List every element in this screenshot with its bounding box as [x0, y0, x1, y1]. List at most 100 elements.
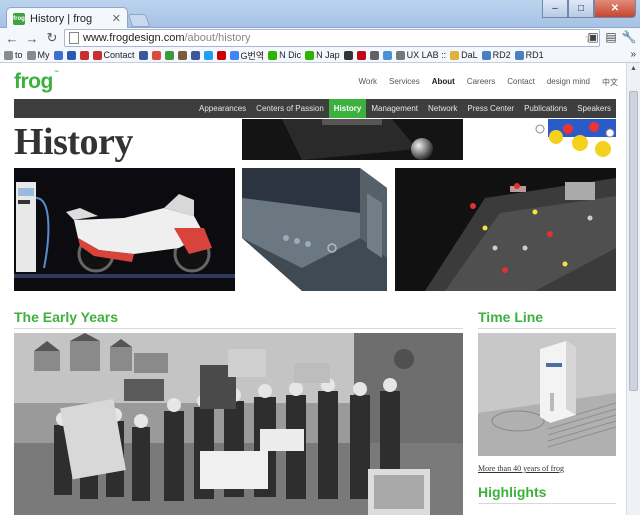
timeline-link[interactable]: More than 40 years of frog [478, 464, 564, 473]
timeline-heading: Time Line [478, 309, 544, 325]
page-icon [69, 32, 79, 44]
top-nav-item[interactable]: Work [359, 77, 378, 88]
url-text[interactable]: www.frogdesign.com/about/history [83, 32, 580, 44]
bookmark-item[interactable] [382, 50, 392, 60]
bookmark-icon [92, 50, 102, 60]
colorful-objects-photo [478, 119, 616, 160]
sub-nav-item[interactable]: Appearances [194, 99, 251, 118]
back-icon[interactable]: ← [4, 30, 20, 46]
window-titlebar: frog History | frog ✕ – □ ✕ [0, 0, 640, 29]
bookmark-item[interactable] [190, 50, 200, 60]
bookmark-item[interactable]: N Jap [305, 50, 340, 60]
bookmark-item[interactable]: RD1 [514, 50, 544, 60]
page-title: History [14, 121, 133, 163]
bookmark-item[interactable] [138, 50, 148, 60]
bookmark-item[interactable]: RD2 [481, 50, 511, 60]
logo-text: frog [14, 70, 53, 93]
bookmark-label: UX LAB :: [406, 50, 447, 60]
bookmarks-bar: to My Contact G번역 N Dic N Jap UX LAB :: DaL RD2 R… [0, 48, 640, 63]
bookmark-icon [481, 50, 491, 60]
bookmark-item[interactable] [151, 50, 161, 60]
scrollbar-thumb[interactable] [629, 91, 638, 391]
bookmark-label: to [15, 50, 23, 60]
scroll-up-icon[interactable]: ▲ [627, 63, 640, 75]
extension-icon[interactable]: ▣ [586, 29, 600, 45]
bookmark-icon [268, 50, 278, 60]
browser-toolbar: ← → ↻ www.frogdesign.com/about/history ☆… [0, 28, 640, 48]
bookmark-icon [203, 50, 213, 60]
bookmark-label: RD1 [525, 50, 544, 60]
bookmark-item[interactable]: to [4, 50, 23, 60]
reload-icon[interactable]: ↻ [44, 30, 60, 46]
tab-close-icon[interactable]: ✕ [112, 12, 121, 25]
bookmark-icon [4, 50, 13, 60]
top-nav-item[interactable]: Contact [507, 77, 535, 88]
bookmark-item[interactable] [53, 50, 63, 60]
bookmark-label: Contact [103, 50, 135, 60]
new-tab-button[interactable] [127, 14, 151, 27]
bookmark-icon [382, 50, 392, 60]
bookmark-item[interactable] [203, 50, 213, 60]
bookmark-icon [79, 50, 89, 60]
address-bar[interactable]: www.frogdesign.com/about/history ☆ [64, 29, 600, 47]
bookmark-label: G번역 [240, 50, 265, 61]
bookmark-icon [356, 50, 366, 60]
bookmark-item[interactable] [164, 50, 174, 60]
top-nav-item[interactable]: design mind [547, 77, 590, 88]
miniature-figures-photo [395, 168, 616, 291]
sub-nav-item[interactable]: Management [366, 99, 423, 118]
bookmark-item[interactable]: Contact [92, 50, 135, 60]
sub-nav-item[interactable]: History [328, 99, 367, 118]
page-scrollbar[interactable]: ▲ [626, 63, 640, 515]
bookmark-label: DaL [461, 50, 478, 60]
bookmark-item[interactable] [216, 50, 226, 60]
top-nav-item[interactable]: 中文 [602, 77, 618, 88]
url-path: /about/history [184, 32, 251, 44]
sub-nav-item[interactable]: Network [423, 99, 462, 118]
top-nav: Work Services About Careers Contact design mi… [359, 77, 619, 88]
url-host: www.frogdesign.com [83, 32, 185, 44]
bookmark-icon [26, 50, 36, 60]
timeline-device-photo[interactable] [478, 333, 616, 456]
early-years-heading: The Early Years [14, 309, 119, 325]
bookmark-icon [53, 50, 63, 60]
bookmark-item[interactable] [356, 50, 366, 60]
bookmark-icon [450, 50, 460, 60]
bookmark-icon [514, 50, 524, 60]
bookmark-item[interactable]: G번역 [229, 49, 265, 62]
sub-nav-item[interactable]: Press Center [462, 99, 519, 118]
sub-nav-item[interactable]: Publications [519, 99, 572, 118]
window-close-icon[interactable]: ✕ [594, 0, 636, 18]
early-years-group-photo [14, 333, 463, 515]
highlights-rule [478, 503, 616, 504]
bookmarks-overflow-icon[interactable]: » [630, 49, 636, 60]
frog-logo[interactable]: frog™ [14, 70, 59, 94]
minimize-icon[interactable]: – [542, 0, 568, 18]
tab-title: History | frog [30, 12, 93, 25]
bookmark-item[interactable] [177, 50, 187, 60]
bookmark-item[interactable]: N Dic [268, 50, 301, 60]
logo-trademark: ™ [53, 70, 59, 76]
browser-tab[interactable]: frog History | frog ✕ [6, 7, 128, 29]
maximize-icon[interactable]: □ [568, 0, 594, 18]
bookmark-item[interactable]: My [26, 50, 50, 60]
forward-icon[interactable]: → [24, 30, 40, 46]
sub-nav-item[interactable]: Speakers [572, 99, 616, 118]
bookmark-item[interactable] [369, 50, 379, 60]
bookmark-item[interactable] [79, 50, 89, 60]
bookmark-item[interactable]: DaL [450, 50, 478, 60]
bookmark-icon [66, 50, 76, 60]
wrench-icon[interactable]: 🔧 [622, 29, 637, 45]
sub-nav-item[interactable]: Centers of Passion [251, 99, 329, 118]
bookmark-item[interactable]: UX LAB :: [395, 50, 447, 60]
bookmark-item[interactable] [343, 50, 353, 60]
page-menu-icon[interactable]: ▤ [604, 29, 618, 45]
bookmark-label: N Dic [279, 50, 302, 60]
bookmark-item[interactable] [66, 50, 76, 60]
bookmark-icon [343, 50, 353, 60]
top-nav-item[interactable]: Services [389, 77, 420, 88]
motorcycle-photo [14, 168, 235, 291]
top-nav-item[interactable]: About [432, 77, 455, 88]
top-nav-item[interactable]: Careers [467, 77, 495, 88]
bookmark-icon [177, 50, 187, 60]
